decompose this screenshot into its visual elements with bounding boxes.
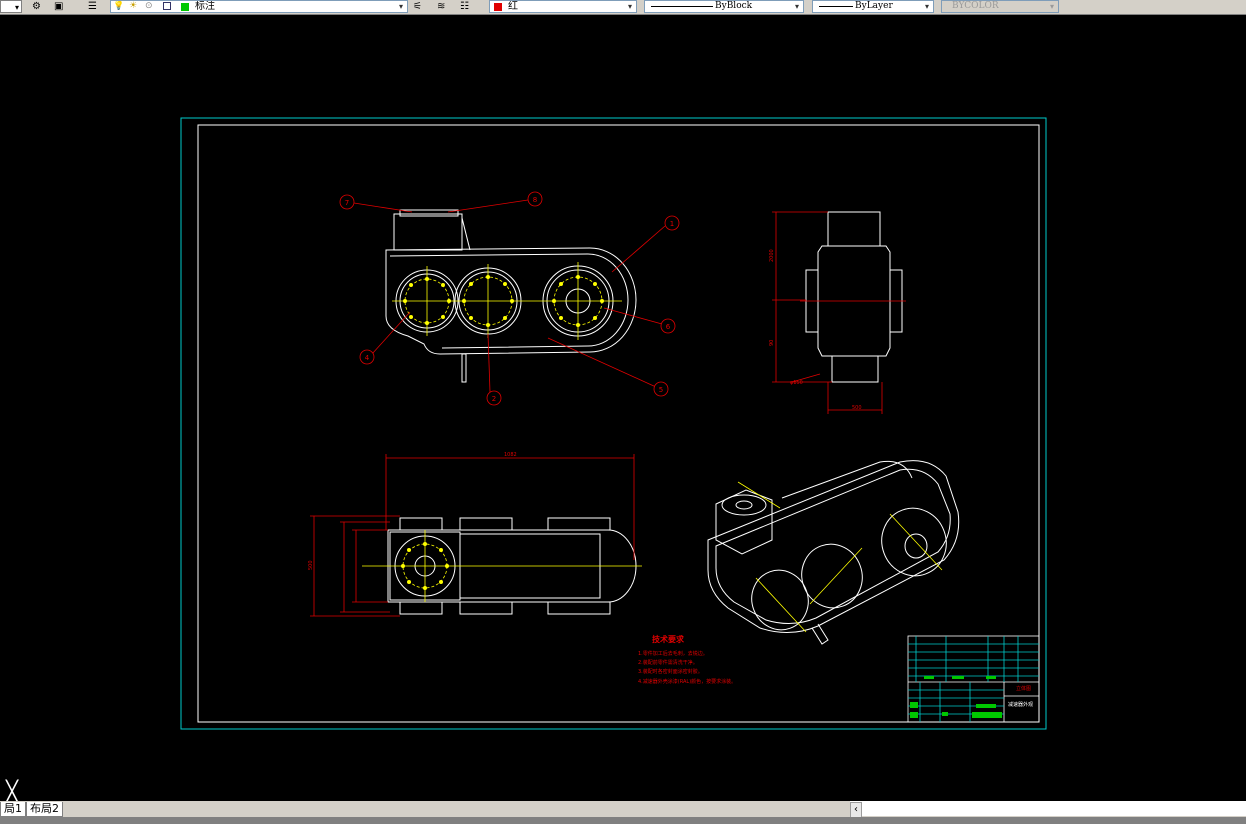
balloon-label: 5 [659,386,663,394]
layer-dropdown[interactable]: 💡 ☀ ⊙ 标注 ▾ [110,0,408,13]
linetype-name: ByBlock [715,1,753,11]
top-dim-text: 1082 500 [308,452,517,570]
plotstyle-dropdown: BYCOLOR ▾ [941,0,1059,13]
horizontal-scrollbar[interactable]: ‹ [850,801,1246,818]
lineweight-dropdown[interactable]: ByLayer ▾ [812,0,934,13]
top-flange-4 [399,601,443,615]
top-dims [310,454,635,617]
make-current-icon[interactable]: ⚟ [413,0,422,13]
tech-note: 1.零件加工后去毛刺，去锐边。 [638,650,708,657]
layer-match-icon[interactable]: ☷ [460,0,469,13]
chevron-down-icon: ▾ [924,2,929,11]
layer-color-swatch [181,3,189,11]
workspace-dropdown[interactable]: ▾ [0,0,22,13]
gear-icon[interactable]: ⚙ [32,0,41,13]
tech-note: 2.装配前零件需清洗干净。 [638,659,698,666]
ucs-icon: ╳ [6,779,19,803]
top-flange-1 [399,517,443,531]
iso-bore [904,533,928,559]
tech-note: 4.减速器外壳涂漆(RAL)颜色，按要求涂装。 [638,678,736,685]
color-swatch [494,3,502,11]
sun-icon: ☀ [129,1,138,11]
balloon-label: 1 [670,220,674,228]
tab-layout1[interactable]: 局1 [0,802,26,817]
title-block-subname: 减速器外观 [1008,701,1033,708]
layer-previous-icon[interactable]: ≋ [437,0,445,13]
side-dim-text: 2000 90 500 φ150 [769,249,862,411]
dim-text: 500 [852,405,862,411]
color-name: 红 [508,1,518,12]
chevron-down-icon: ▾ [794,2,799,11]
sheet-inner-border [197,124,1040,723]
layer-name: 标注 [195,1,215,12]
tech-title: 技术要求 [652,634,685,644]
iso-motor-bore [735,500,753,510]
dim-text: 1082 [504,452,517,458]
dim-text: φ150 [790,380,803,386]
title-block-name: 立体图 [1016,685,1031,692]
chevron-down-icon: ▾ [627,2,632,11]
side-view [805,211,903,383]
lock-icon: ⊙ [145,1,153,11]
dim-text: 500 [308,560,314,570]
lineweight-preview [819,6,853,7]
front-top-box [393,213,463,251]
iso-circle-1 [751,569,809,631]
bulb-icon: 💡 [113,1,125,11]
technical-notes: 技术要求 1.零件加工后去毛刺，去锐边。 2.装配前零件需清洗干净。 3.装配时… [638,634,736,685]
drawing-svg: 7 8 1 4 6 2 5 2000 90 500 φ150 1082 500 … [180,117,1047,730]
top-flange-6 [547,601,611,615]
toolbar-empty-space [1062,0,1246,14]
chevron-down-icon: ▾ [1049,2,1054,11]
isometric-view [707,460,960,645]
dim-text: 90 [769,340,775,346]
balloon-label: 4 [365,354,370,362]
plot-icon [163,2,171,10]
iso-motor-box [715,489,773,555]
top-flange-2 [459,517,513,531]
front-view [385,209,637,383]
balloon-label: 2 [492,395,496,403]
tab-layout2[interactable]: 布局2 [26,802,63,817]
iso-circle-3 [881,507,947,577]
model-space-canvas[interactable]: 7 8 1 4 6 2 5 2000 90 500 φ150 1082 500 … [0,15,1246,801]
front-shaft-stub [461,353,467,383]
side-top-box [827,211,881,247]
balloon-label: 8 [533,196,537,204]
plotstyle-name: BYCOLOR [952,1,999,11]
iso-motor-top [721,494,767,516]
top-flange-5 [459,601,513,615]
front-top-edge [461,217,471,251]
properties-toolbar: ▾ ⚙ ▣ ☰ 💡 ☀ ⊙ 标注 ▾ ⚟ ≋ ☷ 红 ▾ ByBlock ▾ B… [0,0,1246,15]
status-bar-strip [0,817,1246,824]
chevron-down-icon: ▾ [398,2,403,11]
linetype-dropdown[interactable]: ByBlock ▾ [644,0,804,13]
lineweight-name: ByLayer [855,1,893,11]
side-dims [772,211,883,414]
side-bottom-foot [831,355,879,383]
balloon-label: 6 [666,323,671,331]
front-top-cap [399,209,459,217]
scroll-track[interactable] [862,802,1246,816]
dim-text: 2000 [769,249,775,262]
tech-note: 3.装配时各密封面涂密封胶。 [638,668,703,675]
layer-properties-icon[interactable]: ☰ [88,0,97,13]
layer-state-icon[interactable]: ▣ [54,0,63,13]
top-flange-3 [547,517,611,531]
chevron-left-icon[interactable]: ‹ [850,802,862,818]
linetype-preview [651,6,713,7]
balloon-label: 7 [345,199,349,207]
color-dropdown[interactable]: 红 ▾ [489,0,637,13]
iso-top-ridge [781,460,913,499]
